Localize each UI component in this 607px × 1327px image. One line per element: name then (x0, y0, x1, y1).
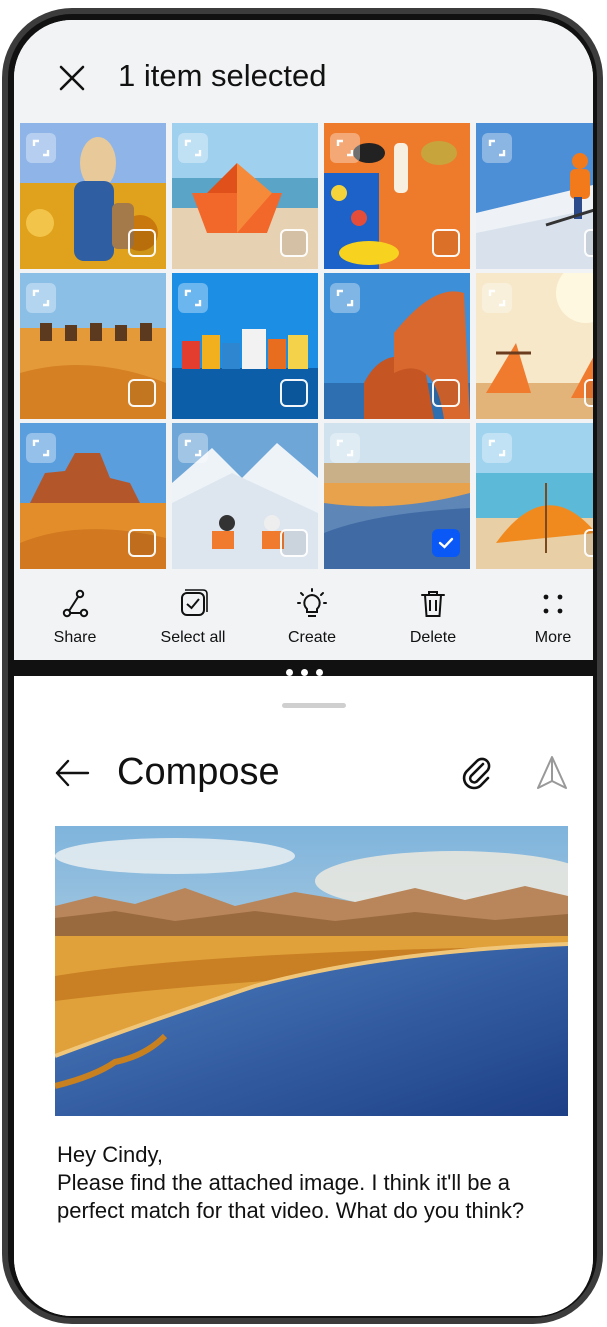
toolbar-label: Share (53, 629, 97, 646)
gallery-panel: 1 item selected Share Select all Create … (14, 20, 593, 668)
send-icon[interactable] (535, 754, 569, 792)
photo-thumbnail[interactable] (20, 423, 166, 569)
expand-icon[interactable] (482, 433, 512, 463)
photo-thumbnail[interactable] (324, 423, 470, 569)
share-icon (62, 589, 89, 618)
select-all-icon (181, 589, 208, 616)
lightbulb-icon (297, 588, 327, 617)
photo-thumbnail[interactable] (172, 423, 318, 569)
toolbar-label: More (534, 629, 572, 646)
message-greeting: Hey Cindy, (57, 1142, 163, 1167)
compose-panel: Compose Hey Cindy, Please find the attac… (14, 676, 593, 1316)
select-checkbox[interactable] (280, 529, 308, 557)
toolbar-label: Delete (409, 629, 457, 646)
select-checkbox[interactable] (584, 529, 593, 557)
expand-icon[interactable] (26, 433, 56, 463)
toolbar-label: Create (287, 629, 337, 646)
select-checkbox[interactable] (432, 229, 460, 257)
split-handle-dots[interactable] (282, 663, 328, 676)
expand-icon[interactable] (482, 133, 512, 163)
photo-thumbnail[interactable] (324, 123, 470, 269)
expand-icon[interactable] (26, 283, 56, 313)
select-checkbox-checked[interactable] (432, 529, 460, 557)
select-all-button[interactable]: Select all (148, 587, 238, 647)
photo-thumbnail[interactable] (476, 423, 593, 569)
share-button[interactable]: Share (30, 587, 120, 647)
delete-button[interactable]: Delete (388, 587, 478, 647)
message-text: Please find the attached image. I think … (57, 1170, 525, 1223)
photo-thumbnail[interactable] (172, 123, 318, 269)
selection-title: 1 item selected (118, 58, 327, 93)
select-checkbox[interactable] (128, 529, 156, 557)
close-icon[interactable] (56, 62, 88, 94)
expand-icon[interactable] (178, 433, 208, 463)
attached-image[interactable] (55, 826, 568, 1116)
photo-thumbnail[interactable] (20, 273, 166, 419)
select-checkbox[interactable] (584, 229, 593, 257)
select-checkbox[interactable] (128, 379, 156, 407)
phone-device: 1 item selected Share Select all Create … (0, 0, 607, 1327)
select-checkbox[interactable] (128, 229, 156, 257)
expand-icon[interactable] (330, 433, 360, 463)
paperclip-icon[interactable] (459, 755, 495, 791)
photo-thumbnail[interactable] (324, 273, 470, 419)
back-arrow-icon[interactable] (54, 758, 90, 788)
photo-thumbnail[interactable] (172, 273, 318, 419)
more-dots-icon (543, 594, 563, 614)
toolbar-label: Select all (160, 629, 226, 646)
select-checkbox[interactable] (280, 379, 308, 407)
expand-icon[interactable] (178, 283, 208, 313)
select-checkbox[interactable] (584, 379, 593, 407)
expand-icon[interactable] (330, 133, 360, 163)
photo-thumbnail[interactable] (20, 123, 166, 269)
create-button[interactable]: Create (267, 587, 357, 647)
action-toolbar: Share Select all Create Delete More (14, 573, 593, 661)
trash-icon (421, 591, 445, 617)
expand-icon[interactable] (178, 133, 208, 163)
expand-icon[interactable] (330, 283, 360, 313)
select-checkbox[interactable] (432, 379, 460, 407)
photo-thumbnail[interactable] (476, 123, 593, 269)
expand-icon[interactable] (482, 283, 512, 313)
expand-icon[interactable] (26, 133, 56, 163)
photo-thumbnail[interactable] (476, 273, 593, 419)
phone-screen: 1 item selected Share Select all Create … (14, 20, 593, 1316)
drag-handle[interactable] (282, 703, 346, 708)
message-body[interactable]: Hey Cindy, Please find the attached imag… (57, 1141, 577, 1225)
compose-title: Compose (117, 751, 280, 793)
select-checkbox[interactable] (280, 229, 308, 257)
selection-header: 1 item selected (14, 20, 593, 123)
more-button[interactable]: More (508, 587, 593, 647)
